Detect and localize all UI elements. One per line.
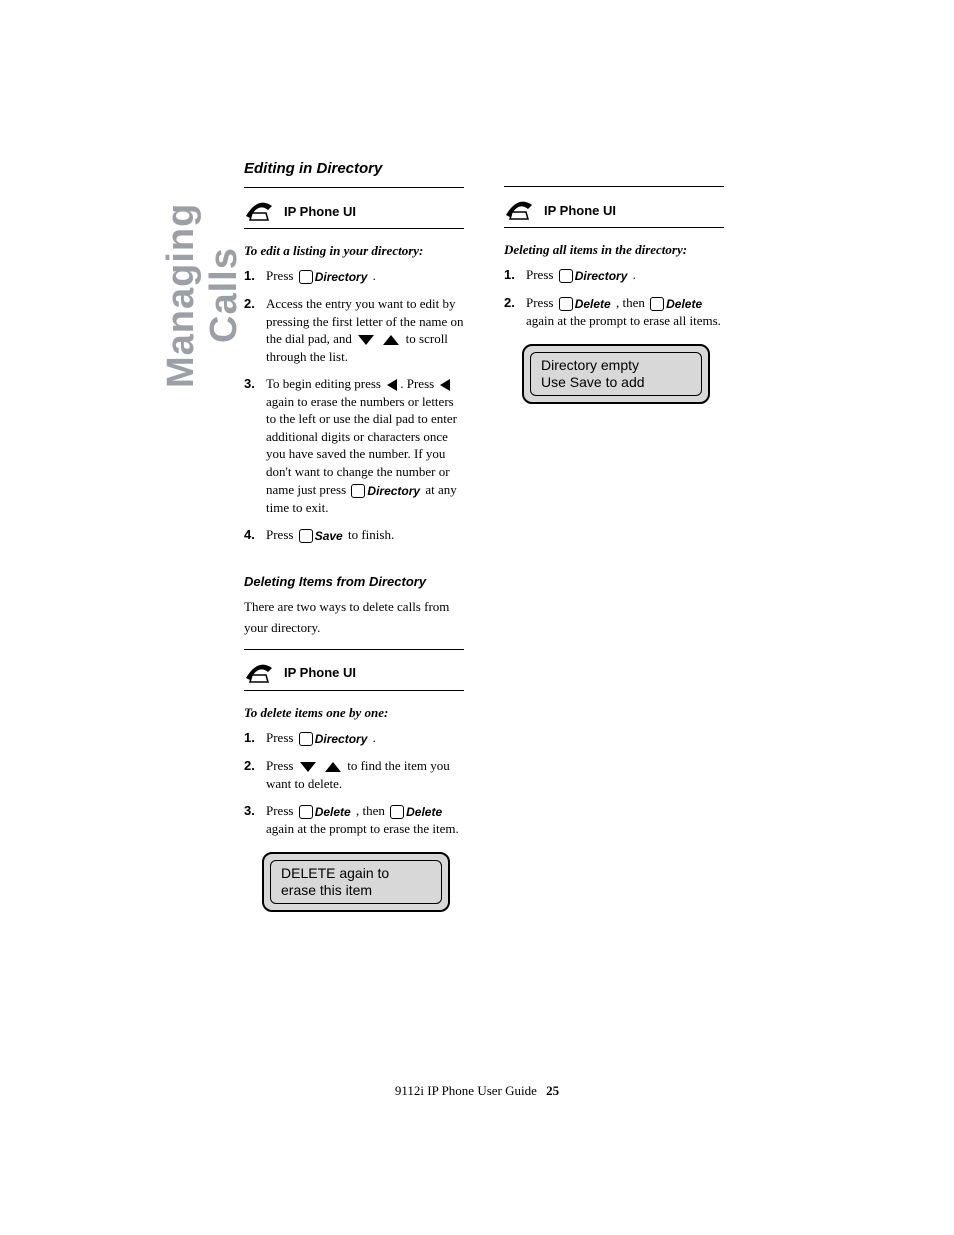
section-title-deleting: Deleting Items from Directory [244,574,464,589]
lcd-line: Directory empty [541,357,701,374]
step: Press Delete , then Delete again at the … [244,802,464,838]
step-text: Press [266,527,293,542]
step-text: Press [266,803,293,818]
step-text: Press [526,267,553,282]
step-text: . Press [400,376,434,391]
procedure-title-delete-all: Deleting all items in the directory: [504,242,724,258]
directory-key-icon: Directory [351,483,420,499]
step: Press Directory . [244,267,464,285]
step: Access the entry you want to edit by pre… [244,295,464,365]
steps-delete-one: Press Directory . Press to find the item… [244,729,464,838]
step: Press Directory . [244,729,464,747]
step-text: Press [266,730,293,745]
step-text: . [373,730,376,745]
body-text: There are two ways to delete calls from … [244,597,464,639]
phone-ui-icon [244,662,274,684]
step: Press Save to finish. [244,526,464,544]
lcd-line: erase this item [281,882,441,899]
step: Press Directory . [504,266,724,284]
left-arrow-icon [439,378,451,392]
step: To begin editing press . Press again to … [244,375,464,516]
phone-ui-icon [504,199,534,221]
lcd-line: DELETE again to [281,865,441,882]
divider [244,690,464,691]
down-arrow-icon [299,761,317,773]
step-text: , then [616,295,645,310]
step-text: again at the prompt to erase the item. [266,821,459,836]
phone-ui-label: IP Phone UI [284,665,356,680]
divider [244,187,464,188]
step-text: . [373,268,376,283]
up-arrow-icon [382,334,400,346]
step-text: Press [266,268,293,283]
procedure-title-edit: To edit a listing in your directory: [244,243,464,259]
step-text: again at the prompt to erase all items. [526,313,721,328]
lcd-screen: Directory empty Use Save to add [522,344,710,404]
delete-key-icon: Delete [559,296,611,312]
directory-key-icon: Directory [299,731,368,747]
up-arrow-icon [324,761,342,773]
directory-key-icon: Directory [299,269,368,285]
step-text: Press [266,758,293,773]
procedure-title-delete-one: To delete items one by one: [244,705,464,721]
step-text: Press [526,295,553,310]
phone-ui-heading: IP Phone UI [244,200,464,222]
left-column: Editing in Directory IP Phone UI To edit… [244,160,464,922]
left-arrow-icon [386,378,398,392]
directory-key-icon: Directory [559,268,628,284]
page-footer: 9112i IP Phone User Guide 25 [0,1083,954,1099]
down-arrow-icon [357,334,375,346]
lcd-screen: DELETE again to erase this item [262,852,450,912]
divider [244,228,464,229]
save-key-icon: Save [299,528,343,544]
step: Press Delete , then Delete again at the … [504,294,724,330]
step-text: To begin editing press [266,376,381,391]
step-text: , then [356,803,385,818]
steps-edit-listing: Press Directory . Access the entry you w… [244,267,464,544]
section-title-editing: Editing in Directory [244,160,464,177]
step-text: to finish. [348,527,394,542]
divider [504,227,724,228]
right-column: IP Phone UI Deleting all items in the di… [504,180,724,414]
phone-ui-label: IP Phone UI [284,204,356,219]
divider [244,649,464,650]
step-text: . [633,267,636,282]
page-number: 25 [540,1083,559,1098]
divider [504,186,724,187]
lcd-line: Use Save to add [541,374,701,391]
side-tab: Managing Calls [160,155,215,435]
delete-key-icon: Delete [650,296,702,312]
steps-delete-all: Press Directory . Press Delete , then De… [504,266,724,330]
step: Press to find the item you want to delet… [244,757,464,792]
phone-ui-icon [244,200,274,222]
delete-key-icon: Delete [299,804,351,820]
phone-ui-heading: IP Phone UI [504,199,724,221]
delete-key-icon: Delete [390,804,442,820]
phone-ui-heading: IP Phone UI [244,662,464,684]
phone-ui-label: IP Phone UI [544,203,616,218]
step-text: to find the item you want to delete. [266,758,450,791]
footer-text: 9112i IP Phone User Guide [395,1083,537,1098]
